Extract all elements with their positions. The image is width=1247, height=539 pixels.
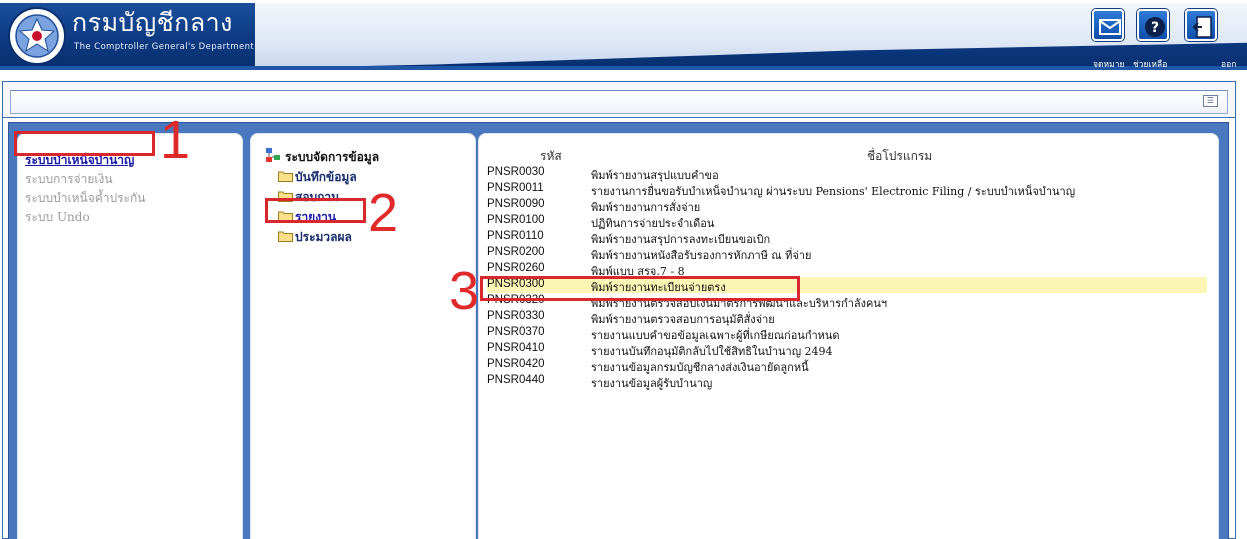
program-code: PNSR0410 xyxy=(487,342,545,354)
mail-button[interactable] xyxy=(1092,9,1124,41)
program-row[interactable]: PNSR0440 รายงานข้อมูลผู้รับบำนาญ xyxy=(487,373,1207,390)
program-code: PNSR0440 xyxy=(487,374,545,386)
column-header-name: ชื่อโปรแกรม xyxy=(867,149,933,163)
program-row[interactable]: PNSR0410 รายงานบันทึกอนุมัติกลับไปใช้สิท… xyxy=(487,341,1207,358)
tree-item-label: ประมวลผล xyxy=(295,230,352,244)
program-code: PNSR0100 xyxy=(487,214,545,226)
program-code: PNSR0090 xyxy=(487,198,545,210)
exit-button[interactable] xyxy=(1185,9,1217,41)
system-item-undo[interactable]: ระบบ Undo xyxy=(25,208,90,227)
program-code: PNSR0260 xyxy=(487,262,545,274)
program-list-panel: รหัส ชื่อโปรแกรม PNSR0030 พิมพ์รายงานสรุ… xyxy=(478,133,1219,539)
help-icon: ? xyxy=(1145,17,1165,37)
main-content: ระบบบำเหน็จบำนาญ ระบบการจ่ายเงิน ระบบบำเ… xyxy=(8,122,1229,539)
program-row[interactable]: PNSR0420 รายงานข้อมูลกรมบัญชีกลางส่งเงิน… xyxy=(487,357,1207,374)
program-row[interactable]: PNSR0200 พิมพ์รายงานหนังสือรับรองการหักภ… xyxy=(487,245,1207,262)
main-frame: ระบบบำเหน็จบำนาญ ระบบการจ่ายเงิน ระบบบำเ… xyxy=(2,117,1236,539)
tree-root-label[interactable]: ระบบจัดการข้อมูล xyxy=(285,148,379,167)
department-seal-icon xyxy=(8,7,66,65)
folder-icon xyxy=(278,231,293,242)
annotation-box-2 xyxy=(265,198,366,223)
program-code: PNSR0110 xyxy=(487,230,544,242)
program-code: PNSR0370 xyxy=(487,326,545,338)
annotation-box-1 xyxy=(14,131,155,156)
system-item-payment[interactable]: ระบบการจ่ายเงิน xyxy=(25,170,113,189)
toolbar: ☰ xyxy=(10,90,1228,114)
annotation-number-3: 3 xyxy=(449,261,480,321)
annotation-number-2: 2 xyxy=(368,183,399,243)
annotation-box-3 xyxy=(480,276,800,301)
program-row[interactable]: PNSR0370 รายงานแบบคำขอข้อมูลเฉพาะผู้ที่เ… xyxy=(487,325,1207,342)
help-label[interactable]: ช่วยเหลือ xyxy=(1133,57,1167,71)
program-row[interactable]: PNSR0330 พิมพ์รายงานตรวจสอบการอนุมัติสั่… xyxy=(487,309,1207,326)
org-name-thai: กรมบัญชีกลาง xyxy=(72,8,233,37)
system-item-guarantee[interactable]: ระบบบำเหน็จค้ำประกัน xyxy=(25,189,145,208)
exit-icon xyxy=(1192,16,1212,38)
mail-label[interactable]: จดหมาย xyxy=(1093,57,1124,71)
program-code: PNSR0030 xyxy=(487,166,545,178)
app-header: กรมบัญชีกลาง The Comptroller General's D… xyxy=(0,0,1247,72)
program-code: PNSR0330 xyxy=(487,310,545,322)
program-row[interactable]: PNSR0090 พิมพ์รายงานการสั่งจ่าย xyxy=(487,197,1207,214)
program-row[interactable]: PNSR0030 พิมพ์รายงานสรุปแบบคำขอ xyxy=(487,165,1207,182)
exit-label[interactable]: ออก xyxy=(1221,57,1236,71)
mail-icon xyxy=(1099,19,1121,35)
tree-item-label: บันทึกข้อมูล xyxy=(295,170,357,184)
program-code: PNSR0200 xyxy=(487,246,545,258)
org-name-english: The Comptroller General's Department xyxy=(74,42,255,52)
menu-tree-panel: ระบบจัดการข้อมูล บันทึกข้อมูล สอบถาม ราย… xyxy=(250,133,476,539)
program-code: PNSR0011 xyxy=(487,182,544,194)
program-row[interactable]: PNSR0011 รายงานการยื่นขอรับบำเหน็จบำนาญ … xyxy=(487,181,1207,198)
program-name: รายงานข้อมูลผู้รับบำนาญ xyxy=(591,377,713,390)
header-stripe xyxy=(0,66,1247,70)
annotation-number-1: 1 xyxy=(160,110,191,170)
column-header-code: รหัส xyxy=(540,149,562,163)
program-code: PNSR0420 xyxy=(487,358,545,370)
menu-icon[interactable]: ☰ xyxy=(1203,95,1218,107)
program-row[interactable]: PNSR0110 พิมพ์รายงานสรุปการลงทะเบียนขอเบ… xyxy=(487,229,1207,246)
tree-root-icon xyxy=(266,148,280,162)
system-list-panel: ระบบบำเหน็จบำนาญ ระบบการจ่ายเงิน ระบบบำเ… xyxy=(17,133,243,539)
program-row[interactable]: PNSR0100 ปฏิทินการจ่ายประจำเดือน xyxy=(487,213,1207,230)
help-button[interactable]: ? xyxy=(1137,9,1169,41)
folder-icon xyxy=(278,171,293,182)
svg-text:?: ? xyxy=(1151,20,1159,36)
program-row[interactable]: PNSR0260 พิมพ์แบบ สรจ.7 - 8 xyxy=(487,261,1207,278)
